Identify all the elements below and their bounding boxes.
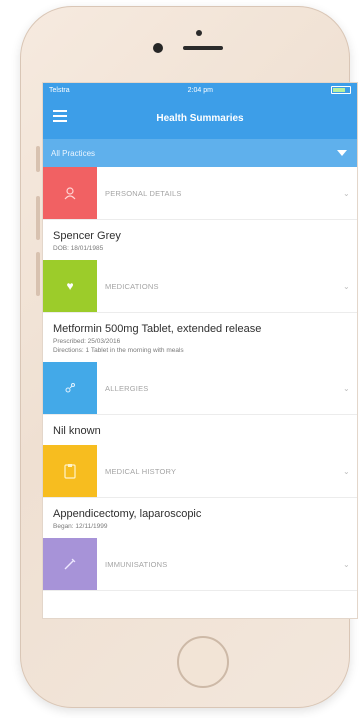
chevron-down-icon: ⌄: [343, 466, 350, 476]
section-header-immunisations[interactable]: IMMUNISATIONS ⌄: [43, 538, 357, 591]
battery-icon: [330, 86, 351, 94]
section-label: ALLERGIES: [105, 383, 149, 393]
section-medical-history: MEDICAL HISTORY ⌄ Appendicectomy, laparo…: [43, 445, 357, 538]
medication-name: Metformin 500mg Tablet, extended release: [53, 323, 262, 335]
section-body: Metformin 500mg Tablet, extended release…: [43, 313, 357, 362]
heart-icon: ♥: [43, 260, 97, 312]
carrier-label: Telstra: [49, 86, 70, 94]
section-header-personal-details[interactable]: PERSONAL DETAILS ⌄: [43, 167, 357, 220]
allergy-icon: [43, 362, 97, 414]
medication-directions: Directions: 1 Tablet in the morning with…: [53, 347, 184, 354]
section-body: Spencer Grey DOB: 18/01/1985: [43, 220, 357, 260]
practice-filter[interactable]: All Practices: [43, 139, 357, 167]
home-button[interactable]: [177, 636, 229, 688]
page-title: Health Summaries: [156, 112, 244, 124]
status-time: 2:04 pm: [187, 86, 213, 94]
section-label: MEDICATIONS: [105, 281, 159, 291]
app-screen: Telstra 2:04 pm Health Summaries All Pra…: [42, 82, 358, 619]
clipboard-icon: [43, 445, 97, 497]
section-body: Appendicectomy, laparoscopic Began: 12/1…: [43, 498, 357, 538]
mute-switch: [36, 146, 40, 172]
person-icon: [43, 167, 97, 219]
section-label: IMMUNISATIONS: [105, 559, 168, 569]
history-began: Began: 12/11/1999: [53, 523, 108, 530]
history-item: Appendicectomy, laparoscopic: [53, 508, 202, 520]
allergy-status: Nil known: [53, 425, 101, 437]
section-medications: ♥ MEDICATIONS ⌄ Metformin 500mg Tablet, …: [43, 260, 357, 362]
chevron-down-icon: ⌄: [343, 383, 350, 393]
chevron-down-icon: ⌄: [343, 188, 350, 198]
volume-up-button: [36, 196, 40, 240]
section-personal-details: PERSONAL DETAILS ⌄ Spencer Grey DOB: 18/…: [43, 167, 357, 260]
syringe-icon: [43, 538, 97, 590]
patient-name: Spencer Grey: [53, 230, 121, 242]
section-label: PERSONAL DETAILS: [105, 188, 182, 198]
chevron-down-icon: [337, 150, 347, 156]
front-camera: [153, 43, 163, 53]
section-header-allergies[interactable]: ALLERGIES ⌄: [43, 362, 357, 415]
nav-bar: Health Summaries: [43, 97, 357, 139]
section-header-medical-history[interactable]: MEDICAL HISTORY ⌄: [43, 445, 357, 498]
chevron-down-icon: ⌄: [343, 281, 350, 291]
volume-down-button: [36, 252, 40, 296]
section-allergies: ALLERGIES ⌄ Nil known: [43, 362, 357, 445]
practice-filter-label: All Practices: [51, 148, 96, 158]
section-immunisations: IMMUNISATIONS ⌄: [43, 538, 357, 591]
section-header-medications[interactable]: ♥ MEDICATIONS ⌄: [43, 260, 357, 313]
section-label: MEDICAL HISTORY: [105, 466, 177, 476]
section-body: Nil known: [43, 415, 357, 445]
patient-dob: DOB: 18/01/1985: [53, 245, 104, 252]
chevron-down-icon: ⌄: [343, 559, 350, 569]
menu-icon[interactable]: [53, 110, 67, 122]
earpiece-speaker: [183, 46, 223, 50]
sensor-dot: [196, 30, 202, 36]
medication-prescribed: Prescribed: 25/03/2016: [53, 338, 121, 345]
status-bar: Telstra 2:04 pm: [43, 83, 357, 97]
